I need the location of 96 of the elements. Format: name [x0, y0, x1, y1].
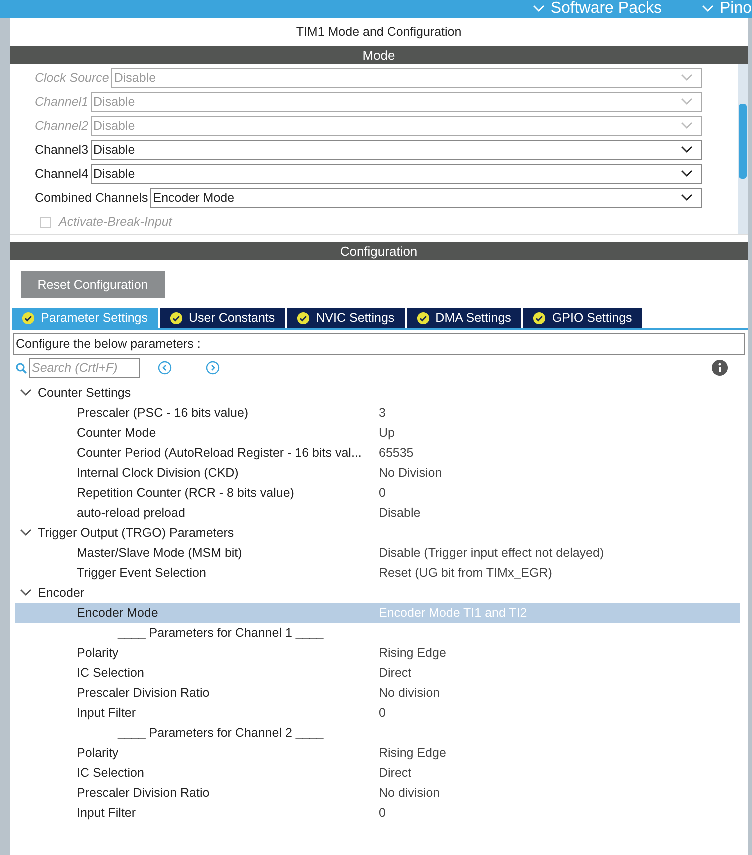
parameter-value: 0	[379, 486, 386, 500]
parameter-row[interactable]: Counter Period (AutoReload Register - 16 bits val... 65535	[15, 443, 740, 463]
check-circle-icon	[416, 312, 430, 324]
tree-group[interactable]: Encoder	[15, 583, 740, 603]
parameter-row[interactable]: IC Selection Direct	[15, 663, 740, 683]
chevron-down-icon	[681, 98, 693, 106]
parameter-name: Input Filter	[76, 706, 138, 720]
parameter-name: IC Selection	[76, 666, 146, 680]
chevron-down-icon	[681, 74, 693, 82]
parameter-name: auto-reload preload	[76, 506, 186, 520]
parameter-value: Disable (Trigger input effect not delayed)	[379, 546, 604, 560]
parameter-row[interactable]: Polarity Rising Edge	[15, 743, 740, 763]
next-icon[interactable]	[206, 361, 220, 375]
check-circle-icon	[533, 312, 546, 324]
search-field[interactable]: Search (Crtl+F)	[29, 358, 140, 378]
parameter-value: Up	[379, 426, 395, 440]
tab[interactable]: DMA Settings	[406, 308, 522, 328]
field-label: Channel2	[35, 119, 89, 133]
subsection-label: ____ Parameters for Channel 1 ____	[116, 625, 325, 642]
parameter-name: Input Filter	[76, 806, 138, 820]
parameter-name: Prescaler Division Ratio	[76, 786, 211, 800]
chevron-down-icon	[20, 389, 32, 397]
field-label: Clock Source	[35, 71, 110, 85]
parameter-row[interactable]: IC Selection Direct	[15, 763, 740, 783]
parameter-name: Counter Mode	[76, 426, 158, 440]
check-circle-icon	[170, 312, 183, 324]
parameter-name: Polarity	[76, 646, 120, 660]
parameter-name: Internal Clock Division (CKD)	[76, 466, 240, 480]
parameter-row[interactable]: Trigger Event Selection Reset (UG bit from TIMx_EGR)	[15, 563, 740, 583]
field-label: Channel3	[35, 143, 89, 157]
parameter-name: Prescaler Division Ratio	[76, 686, 211, 700]
parameter-name: Polarity	[76, 746, 120, 760]
parameter-value: 3	[379, 406, 386, 420]
tab[interactable]: GPIO Settings	[523, 308, 642, 328]
dropdown[interactable]: Disable	[90, 140, 702, 160]
parameter-value: 0	[379, 706, 386, 720]
chevron-down-icon	[20, 589, 32, 597]
parameter-value: Direct	[379, 666, 412, 680]
tab[interactable]: User Constants	[160, 308, 286, 328]
dropdown[interactable]: Encoder Mode	[150, 188, 702, 208]
description-text: Configure the below parameters :	[13, 333, 745, 355]
parameter-value: Rising Edge	[379, 646, 446, 660]
check-circle-icon	[297, 312, 310, 324]
parameter-row[interactable]: Prescaler (PSC - 16 bits value) 3	[15, 403, 740, 423]
chevron-down-icon	[681, 194, 693, 202]
parameter-name: Encoder Mode	[76, 606, 160, 620]
parameter-name: Trigger Event Selection	[76, 566, 208, 580]
parameter-row[interactable]: Master/Slave Mode (MSM bit) Disable (Trigger input effect not delayed)	[15, 543, 740, 563]
subsection-label: ____ Parameters for Channel 2 ____	[116, 725, 325, 742]
tree-group[interactable]: Trigger Output (TRGO) Parameters	[15, 523, 740, 543]
search-icon	[16, 362, 27, 374]
chevron-down-icon	[702, 5, 714, 13]
parameter-value: Encoder Mode TI1 and TI2	[379, 606, 528, 620]
section-header: Configuration	[10, 242, 748, 260]
parameter-row[interactable]: Input Filter 0	[15, 703, 740, 723]
parameter-value: No division	[379, 786, 440, 800]
window-title: TIM1 Mode and Configuration	[295, 24, 463, 41]
parameter-row[interactable]: Input Filter 0	[15, 803, 740, 823]
tab[interactable]: NVIC Settings	[287, 308, 405, 328]
dropdown[interactable]: Disable	[90, 164, 702, 184]
chevron-down-icon	[20, 529, 32, 537]
parameter-row[interactable]: Prescaler Division Ratio No division	[15, 783, 740, 803]
previous-icon[interactable]	[158, 361, 172, 375]
parameter-row[interactable]: Repetition Counter (RCR - 8 bits value) 0	[15, 483, 740, 503]
parameter-row[interactable]: Prescaler Division Ratio No division	[15, 683, 740, 703]
parameter-value: No division	[379, 686, 440, 700]
parameter-name: Master/Slave Mode (MSM bit)	[76, 546, 244, 560]
parameter-value: 65535	[379, 446, 414, 460]
parameter-row[interactable]: Internal Clock Division (CKD) No Division	[15, 463, 740, 483]
parameter-row[interactable]: Counter Mode Up	[15, 423, 740, 443]
check-circle-icon	[22, 312, 35, 324]
parameter-row[interactable]: auto-reload preload Disable	[15, 503, 740, 523]
parameter-value: Reset (UG bit from TIMx_EGR)	[379, 566, 552, 580]
parameter-name: Counter Period (AutoReload Register - 16 bits val...	[76, 446, 363, 460]
field-label: Channel4	[35, 167, 89, 181]
parameter-row[interactable]: Encoder Mode Encoder Mode TI1 and TI2	[15, 603, 740, 623]
parameter-value: No Division	[379, 466, 442, 480]
parameter-row[interactable]: Polarity Rising Edge	[15, 643, 740, 663]
section-header: Mode	[10, 46, 748, 64]
field-label: Channel1	[35, 95, 89, 109]
chevron-down-icon	[532, 5, 545, 13]
parameter-value: Rising Edge	[379, 746, 446, 760]
parameter-name: Prescaler (PSC - 16 bits value)	[76, 406, 250, 420]
chevron-down-icon	[681, 146, 693, 154]
info-icon[interactable]	[712, 360, 728, 376]
checkbox-label: Activate-Break-Input	[59, 215, 172, 229]
parameter-name: Repetition Counter (RCR - 8 bits value)	[76, 486, 296, 500]
parameter-value: Disable	[379, 506, 421, 520]
chevron-down-icon	[681, 122, 693, 130]
field-label: Combined Channels	[35, 191, 148, 205]
chevron-down-icon	[681, 170, 693, 178]
tree-group[interactable]: Counter Settings	[15, 383, 740, 403]
parameter-value: Direct	[379, 766, 412, 780]
scrollbar[interactable]	[738, 64, 748, 234]
parameter-name: IC Selection	[76, 766, 146, 780]
parameter-value: 0	[379, 806, 386, 820]
